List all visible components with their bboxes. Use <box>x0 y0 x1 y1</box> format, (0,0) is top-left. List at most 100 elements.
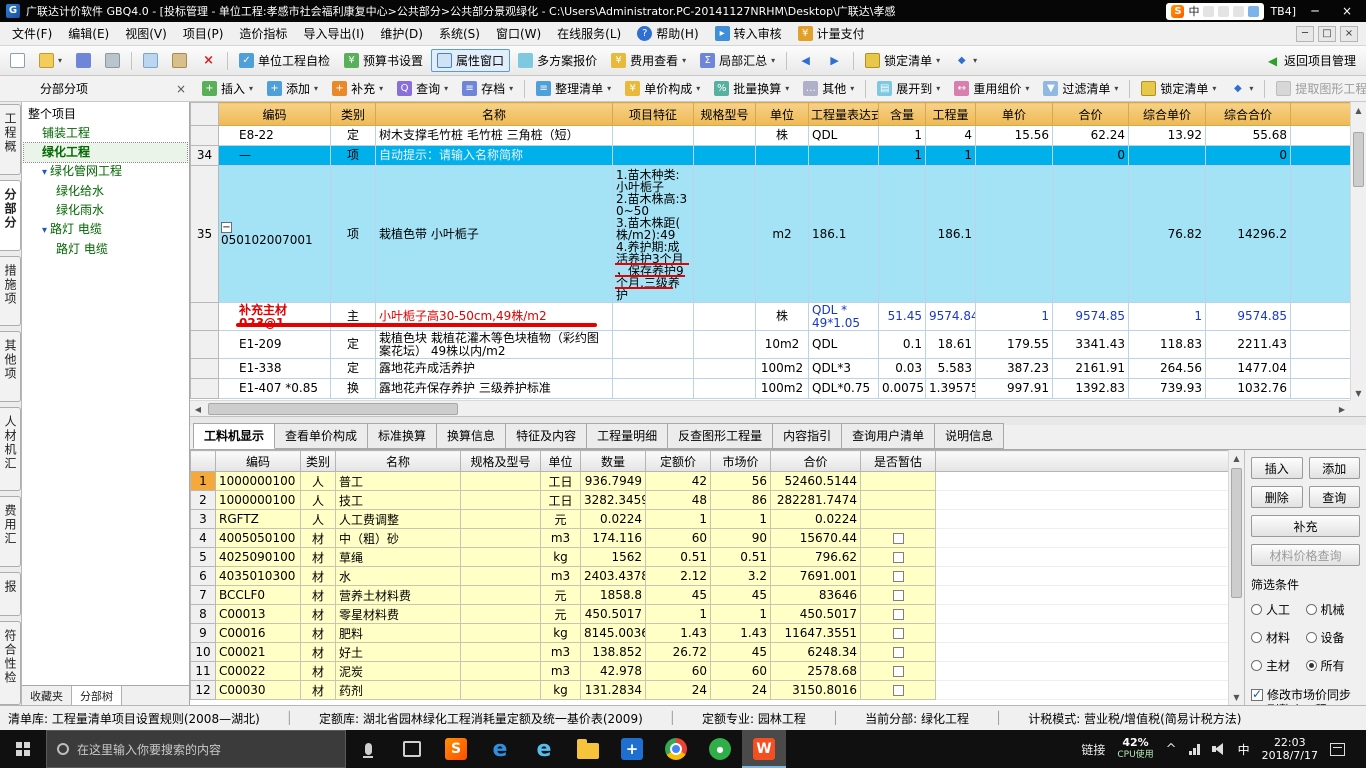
cell-qty[interactable]: 8145.0036 <box>580 623 646 643</box>
cell-quota[interactable]: 0.0075 <box>878 378 926 399</box>
delete-button[interactable]: × <box>195 50 222 71</box>
column-header-8[interactable]: 工程量 <box>925 102 976 126</box>
cell-comp-price[interactable]: 1 <box>1128 302 1206 331</box>
estimate-flag-cell[interactable] <box>860 490 936 510</box>
cell-total[interactable]: 3150.8016 <box>770 680 861 700</box>
cell-unit[interactable]: 元 <box>540 585 581 605</box>
cell-market-price[interactable]: 1 <box>710 604 771 624</box>
cell-qty[interactable]: 18.61 <box>925 330 976 359</box>
scroll-thumb[interactable] <box>1231 468 1242 598</box>
cell-quota[interactable]: 1 <box>878 125 926 146</box>
cell-quota[interactable]: 0.1 <box>878 330 926 359</box>
cell-qty[interactable]: 1.39575 <box>925 378 976 399</box>
cell-spec[interactable] <box>460 509 541 529</box>
cell-feature[interactable] <box>612 330 694 359</box>
estimate-checkbox-icon[interactable] <box>892 685 904 696</box>
fee-view-button[interactable]: ¥ 费用查看 ▾ <box>605 49 692 72</box>
material-price-query-button[interactable]: 材料价格查询 <box>1251 544 1360 566</box>
tree-node-6[interactable]: ▾ 路灯 电缆 <box>24 220 187 240</box>
menu-item-12[interactable]: ¥ 计量支付 <box>790 22 873 45</box>
save-button[interactable] <box>70 50 97 71</box>
tree-expander-icon[interactable]: ▾ <box>42 225 47 236</box>
start-button[interactable] <box>0 730 46 768</box>
column-header-2[interactable]: 名称 <box>335 450 461 472</box>
network-icon[interactable] <box>1188 743 1200 755</box>
module-tab-2[interactable]: 措施项目 <box>0 255 21 327</box>
cell-comp-total[interactable]: 14296.2 <box>1205 165 1291 303</box>
new-file-button[interactable] <box>4 50 31 71</box>
estimate-checkbox-icon[interactable] <box>892 590 904 601</box>
cell-code[interactable]: C00013 <box>215 604 301 624</box>
folder-taskbar-button[interactable] <box>566 730 610 768</box>
cell-quota[interactable] <box>878 165 926 303</box>
cell-type[interactable]: 项 <box>330 145 376 166</box>
cell-unit[interactable]: 100m2 <box>755 358 809 379</box>
cell-total[interactable]: 83646 <box>770 585 861 605</box>
cell-market-price[interactable]: 24 <box>710 680 771 700</box>
resource-row-10[interactable]: 11 C00022 材泥炭 m3 42.978 60 60 2578.68 <box>190 661 1229 681</box>
cell-code[interactable]: E1-209 <box>218 330 331 359</box>
resource-row-1[interactable]: 2 1000000100 人技工 工日 3282.3459 48 86 282281.7474 <box>190 490 1229 510</box>
cell-base-price[interactable]: 1 <box>645 509 711 529</box>
filter-list-button[interactable]: ▼ 过滤清单 ▾ <box>1037 77 1124 100</box>
cell-qty[interactable]: 4 <box>925 125 976 146</box>
detail-tab-5[interactable]: 工程量明细 <box>587 423 669 449</box>
delete-button[interactable]: 删除 <box>1251 486 1303 508</box>
column-header-2[interactable]: 名称 <box>375 102 613 126</box>
cell-price[interactable] <box>975 165 1053 303</box>
cell-unit[interactable]: kg <box>540 547 581 567</box>
panel-tab-fbfx[interactable]: 分部分项 × <box>26 80 194 97</box>
module-tab-4[interactable]: 人材机汇总 <box>0 407 21 492</box>
scroll-down-icon[interactable]: ▼ <box>1229 689 1244 705</box>
cell-unit[interactable] <box>755 145 809 166</box>
cell-market-price[interactable]: 60 <box>710 661 771 681</box>
cell-spec[interactable] <box>693 330 756 359</box>
cell-type[interactable]: 材 <box>300 528 336 548</box>
estimate-flag-cell[interactable] <box>860 471 936 491</box>
fill-color-button[interactable]: ◆ ▾ <box>1224 78 1259 99</box>
cell-total[interactable] <box>1052 165 1129 303</box>
cell-spec[interactable] <box>693 145 756 166</box>
column-header-7[interactable]: 市场价 <box>710 450 771 472</box>
cell-total[interactable]: 0 <box>1052 145 1129 166</box>
cell-name[interactable]: 草绳 <box>335 547 461 567</box>
cell-name[interactable]: 中（粗）砂 <box>335 528 461 548</box>
estimate-flag-cell[interactable] <box>860 566 936 586</box>
detail-tab-6[interactable]: 反查图形工程量 <box>668 423 774 449</box>
estimate-flag-cell[interactable] <box>860 528 936 548</box>
scroll-down-icon[interactable]: ▼ <box>1351 385 1366 401</box>
cell-code[interactable]: −050102007001 <box>218 165 331 303</box>
nav-next-button[interactable]: ▶ <box>821 50 848 71</box>
resource-row-0[interactable]: 1 1000000100 人普工 工日 936.7949 42 56 52460.5144 <box>190 471 1229 491</box>
cell-total[interactable]: 2578.68 <box>770 661 861 681</box>
boq-row-0[interactable]: E8-22 定树木支撑毛竹桩 毛竹桩 三角桩（短） 株 QDL 1 4 15.56 62.24… <box>190 125 1351 146</box>
menu-item-9[interactable]: 在线服务(L) <box>549 22 629 45</box>
green-app-taskbar-button[interactable] <box>698 730 742 768</box>
tree-node-0[interactable]: 整个项目 <box>24 105 187 124</box>
cell-spec[interactable] <box>460 471 541 491</box>
supplement-button[interactable]: 补充 <box>1251 515 1360 537</box>
close-button[interactable]: × <box>1334 4 1360 18</box>
cell-unit[interactable]: m3 <box>540 566 581 586</box>
cell-total[interactable]: 6248.34 <box>770 642 861 662</box>
cell-total[interactable]: 9574.85 <box>1052 302 1129 331</box>
cell-base-price[interactable]: 42 <box>645 471 711 491</box>
resource-row-3[interactable]: 4 4005050100 材中（粗）砂 m3 174.116 60 90 15670.44 <box>190 528 1229 548</box>
cell-comp-total[interactable]: 9574.85 <box>1205 302 1291 331</box>
menu-item-1[interactable]: 编辑(E) <box>60 22 117 45</box>
cell-market-price[interactable]: 45 <box>710 585 771 605</box>
boq-vertical-scrollbar[interactable]: ▲ ▼ <box>1350 102 1366 401</box>
cell-total[interactable]: 1392.83 <box>1052 378 1129 399</box>
cell-comp-price[interactable]: 264.56 <box>1128 358 1206 379</box>
estimate-flag-cell[interactable] <box>860 661 936 681</box>
cell-qty[interactable]: 138.852 <box>580 642 646 662</box>
cell-total[interactable]: 450.5017 <box>770 604 861 624</box>
self-check-button[interactable]: ✓ 单位工程自检 <box>233 49 336 72</box>
detail-tab-8[interactable]: 查询用户清单 <box>842 423 936 449</box>
add-button[interactable]: 添加 <box>1308 457 1360 479</box>
cell-code[interactable]: E1-407 *0.85 <box>218 378 331 399</box>
multi-scheme-button[interactable]: 多方案报价 <box>512 49 603 72</box>
cell-spec[interactable] <box>693 302 756 331</box>
cell-comp-total[interactable]: 1477.04 <box>1205 358 1291 379</box>
mdi-minimize-icon[interactable]: ─ <box>1296 25 1314 42</box>
